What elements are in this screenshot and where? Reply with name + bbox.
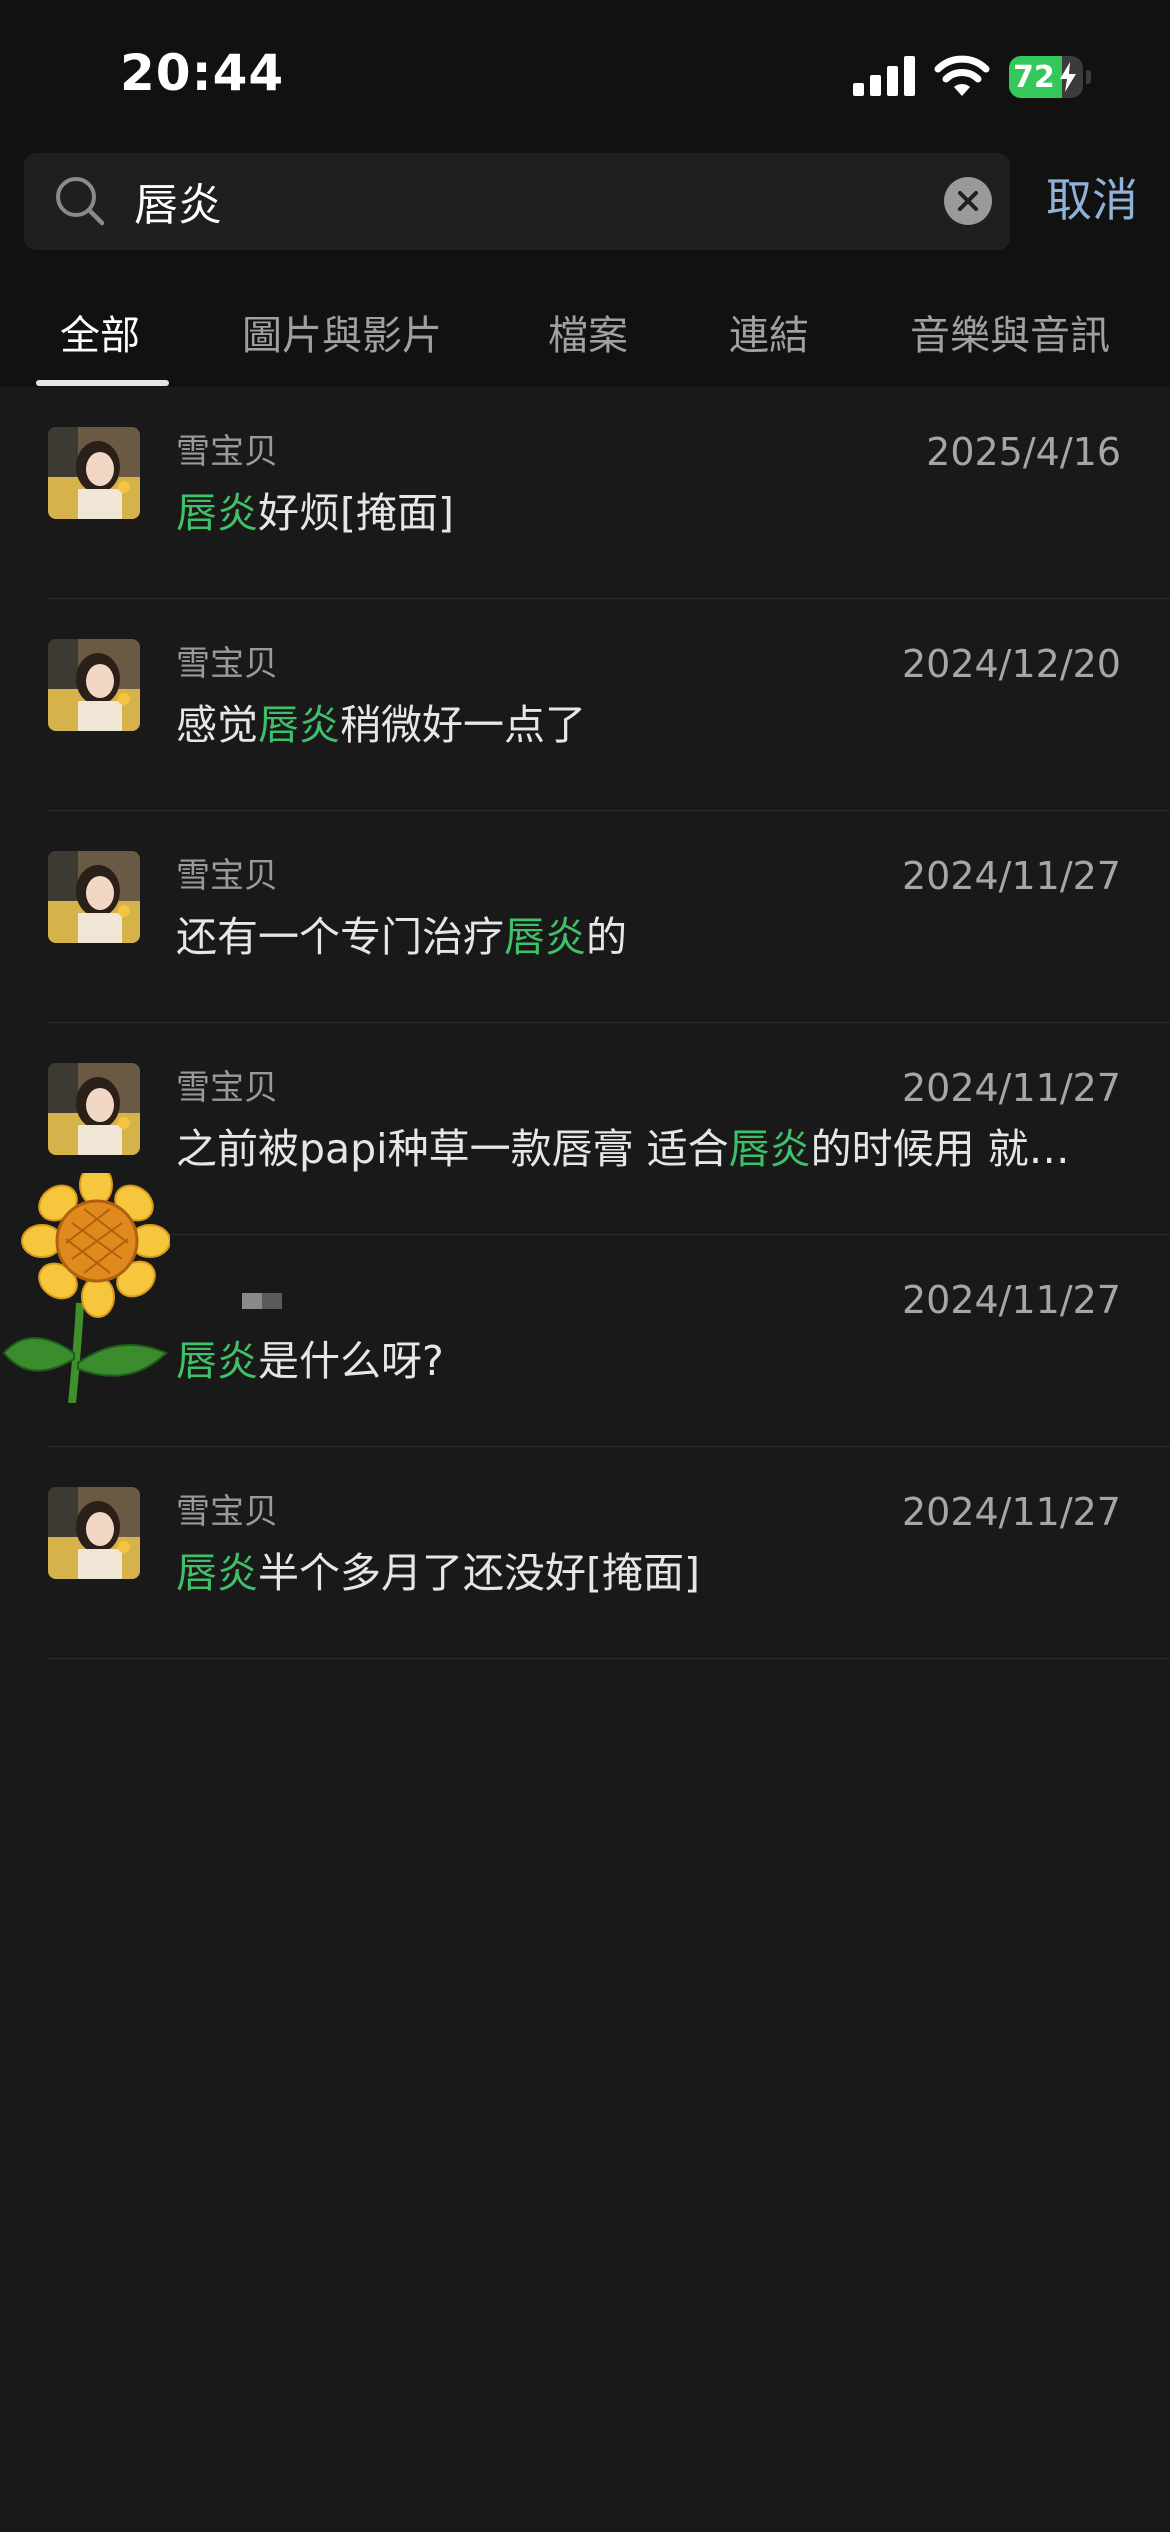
message-text-after: 的 xyxy=(586,913,627,961)
avatar xyxy=(48,639,140,731)
tab-all[interactable]: 全部 xyxy=(60,310,140,362)
tab-links[interactable]: 連結 xyxy=(729,310,809,362)
active-tab-indicator xyxy=(36,380,169,386)
message-text-before: 还有一个专门治疗 xyxy=(176,913,504,961)
photo-avatar-image xyxy=(48,639,140,731)
message-date: 2024/11/27 xyxy=(901,1490,1121,1534)
message-text-after: 是什么呀? xyxy=(258,1337,444,1385)
message-keyword-highlight: 唇炎 xyxy=(176,489,258,537)
battery-body: 72 xyxy=(1009,56,1083,98)
list-item[interactable]: 雪宝贝 2024/12/20 感觉唇炎稍微好一点了 xyxy=(0,599,1170,811)
message-keyword-highlight: 唇炎 xyxy=(258,701,340,749)
message-preview: 唇炎好烦[掩面] xyxy=(176,485,1126,541)
search-box[interactable] xyxy=(24,153,1010,250)
status-bar: 20:44 72 xyxy=(0,0,1170,150)
message-keyword-highlight: 唇炎 xyxy=(176,1337,258,1385)
message-date: 2024/11/27 xyxy=(901,1066,1121,1110)
message-text-before: 感觉 xyxy=(176,701,258,749)
list-item[interactable]: 雪宝贝 2024/11/27 还有一个专门治疗唇炎的 xyxy=(0,811,1170,1023)
close-icon xyxy=(958,191,978,211)
status-time: 20:44 xyxy=(120,44,285,102)
sender-name: 雪宝贝 xyxy=(176,1492,278,1532)
message-date: 2024/12/20 xyxy=(901,642,1121,686)
message-preview: 唇炎半个多月了还没好[掩面] xyxy=(176,1545,1126,1601)
message-preview: 之前被papi种草一款唇膏 适合唇炎的时候用 就… xyxy=(176,1121,1126,1177)
battery-level: 72 xyxy=(1013,60,1055,95)
search-input[interactable] xyxy=(134,167,934,235)
wifi-icon xyxy=(934,55,990,96)
charging-bolt-icon xyxy=(1060,62,1076,92)
message-preview: 唇炎是什么呀? xyxy=(176,1333,1126,1389)
message-keyword-highlight: 唇炎 xyxy=(728,1125,811,1173)
photo-avatar-image xyxy=(48,427,140,519)
message-text-before: 之前被papi种草一款唇膏 适合 xyxy=(176,1125,729,1173)
message-text-after: 的时候用 就… xyxy=(810,1125,1070,1173)
sender-name: 雪宝贝 xyxy=(176,432,278,472)
sender-name: 雪宝贝 xyxy=(176,1068,278,1108)
sender-name: 雪宝贝 xyxy=(176,644,278,684)
avatar xyxy=(48,1063,140,1155)
avatar xyxy=(48,851,140,943)
list-item[interactable]: 雪宝贝 2025/4/16 唇炎好烦[掩面] xyxy=(0,387,1170,599)
row-divider xyxy=(48,1658,1170,1659)
clear-search-button[interactable] xyxy=(944,177,992,225)
message-keyword-highlight: 唇炎 xyxy=(504,913,586,961)
photo-avatar-image xyxy=(48,851,140,943)
search-icon xyxy=(56,177,105,226)
message-preview: 还有一个专门治疗唇炎的 xyxy=(176,909,1126,965)
list-item[interactable]: 雪宝贝 2024/11/27 唇炎半个多月了还没好[掩面] xyxy=(0,1447,1170,1659)
message-date: 2024/11/27 xyxy=(901,1278,1121,1322)
list-item[interactable]: 2024/11/27 唇炎是什么呀? xyxy=(0,1173,1170,1447)
cellular-signal-icon xyxy=(853,56,915,96)
filter-tabs: 全部 圖片與影片 檔案 連結 音樂與音訊 xyxy=(0,300,1170,387)
avatar xyxy=(48,427,140,519)
message-date: 2025/4/16 xyxy=(926,430,1121,474)
list-item[interactable]: 雪宝贝 2024/11/27 之前被papi种草一款唇膏 适合唇炎的时候用 就… xyxy=(0,1023,1170,1235)
photo-avatar-image xyxy=(48,1063,140,1155)
battery-cap xyxy=(1086,70,1091,84)
cancel-button[interactable]: 取消 xyxy=(1046,168,1138,232)
message-text-after: 半个多月了还没好[掩面] xyxy=(258,1549,700,1597)
message-text-after: 稍微好一点了 xyxy=(340,701,586,749)
sunflower-avatar-icon xyxy=(2,1173,170,1403)
header-area: 20:44 72 唇炎 取消 全部 圖片與影片 檔案 連結 音樂與音訊 xyxy=(0,0,1170,387)
avatar xyxy=(48,1487,140,1579)
tab-music-audio[interactable]: 音樂與音訊 xyxy=(910,310,1110,362)
battery-indicator: 72 xyxy=(1009,56,1091,98)
message-date: 2024/11/27 xyxy=(901,854,1121,898)
sender-name: 雪宝贝 xyxy=(176,856,278,896)
tab-files[interactable]: 檔案 xyxy=(548,310,628,362)
message-text-after: 好烦[掩面] xyxy=(258,489,454,537)
photo-avatar-image xyxy=(48,1487,140,1579)
message-keyword-highlight: 唇炎 xyxy=(176,1549,258,1597)
tab-photos-videos[interactable]: 圖片與影片 xyxy=(242,310,442,362)
sender-name-obscured xyxy=(242,1293,282,1309)
message-preview: 感觉唇炎稍微好一点了 xyxy=(176,697,1126,753)
